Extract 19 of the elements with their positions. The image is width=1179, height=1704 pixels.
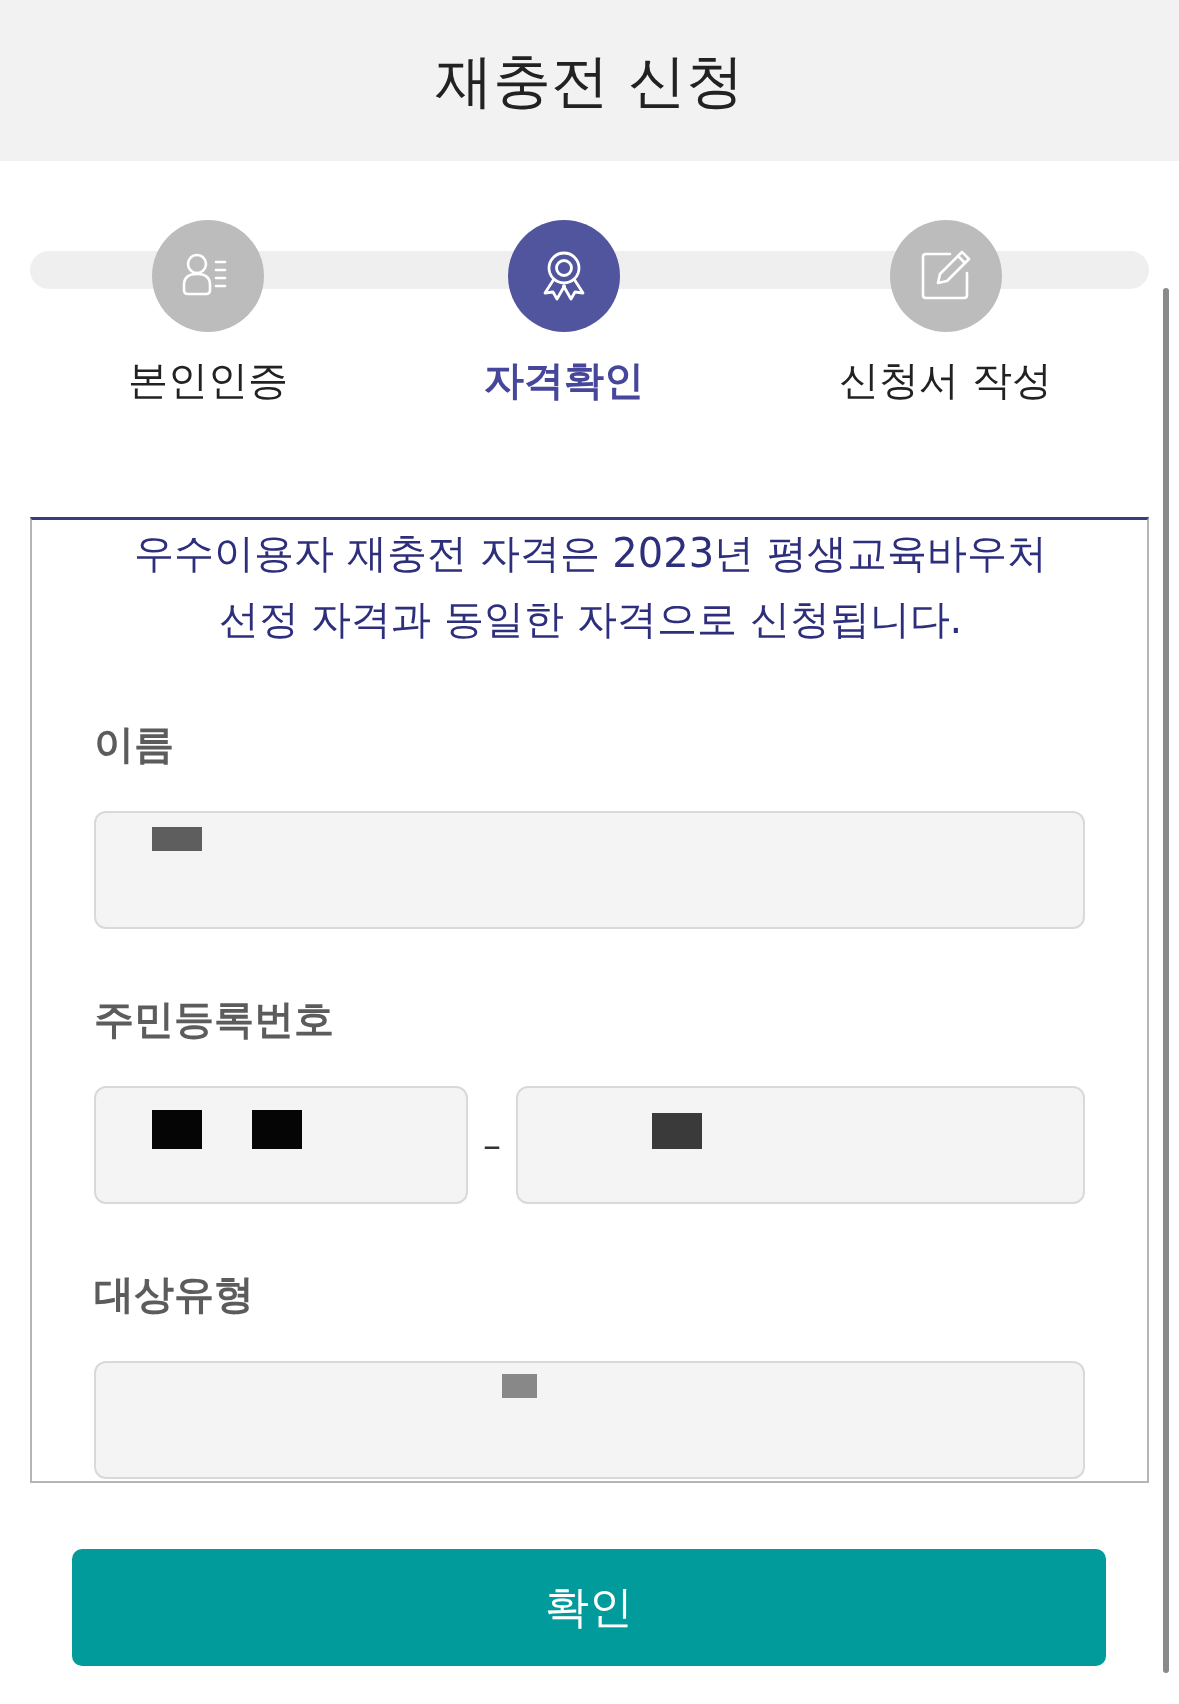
notice-text: 우수이용자 재충전 자격은 2023년 평생교육바우처 선정 자격과 동일한 자격으로 신청됩니다.: [133, 529, 1048, 644]
step-label: 신청서 작성: [839, 356, 1052, 405]
redaction-block: [152, 827, 202, 851]
step-label: 자격확인: [484, 356, 644, 405]
input-field[interactable]: [94, 1361, 1085, 1479]
dash-separator: –: [482, 1124, 502, 1166]
field-label: 주민등록번호: [94, 995, 334, 1044]
redaction-block: [652, 1113, 702, 1149]
field-label: 이름: [94, 720, 174, 769]
input-field[interactable]: [94, 811, 1085, 929]
confirm-button[interactable]: 확인: [72, 1549, 1106, 1666]
step-label: 본인인증: [128, 356, 288, 405]
field-label: 대상유형: [94, 1270, 254, 1319]
input-field[interactable]: [516, 1086, 1085, 1204]
page-title: 재충전 신청: [435, 51, 744, 110]
redaction-block: [252, 1110, 302, 1149]
redaction-block: [502, 1374, 537, 1398]
redaction-block: [152, 1110, 202, 1149]
input-field[interactable]: [94, 1086, 468, 1204]
